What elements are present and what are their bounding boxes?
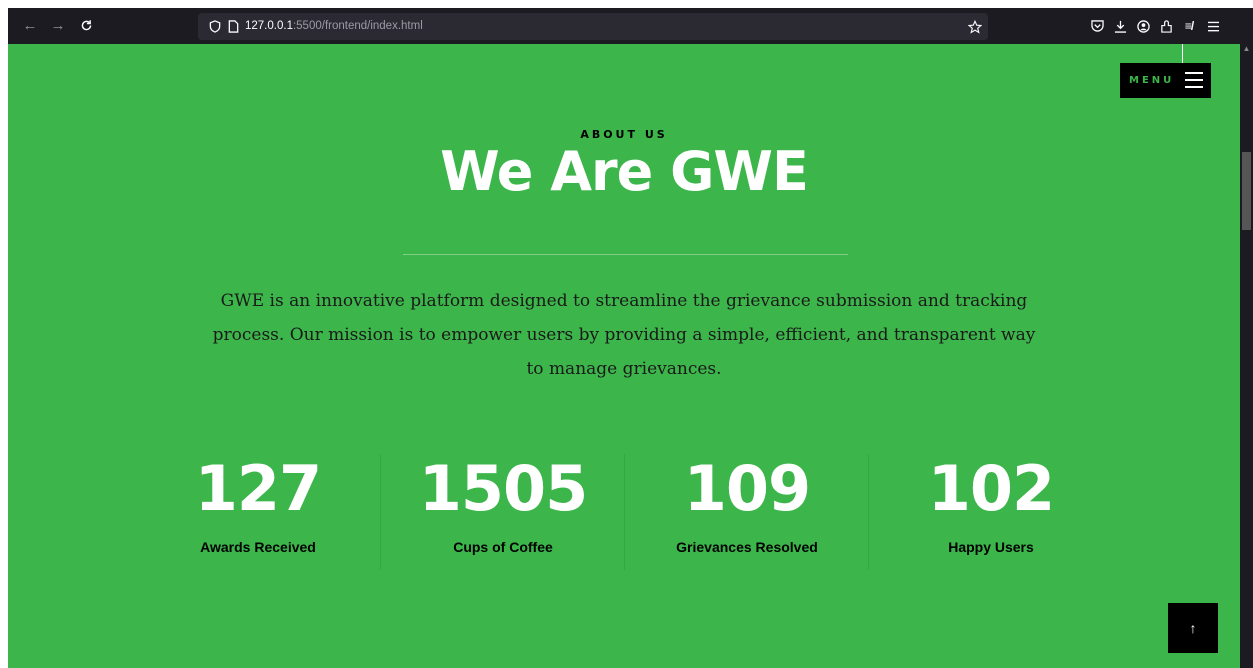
hamburger-icon xyxy=(1185,72,1203,89)
browser-toolbar: ← → 127.0.0.1:5500/frontend/index.html ≡… xyxy=(8,8,1253,44)
reload-button[interactable] xyxy=(74,14,98,38)
stat-label: Awards Received xyxy=(200,539,316,555)
window-edge xyxy=(0,0,8,668)
forward-arrow-icon: → xyxy=(50,17,66,34)
menu-label: MENU xyxy=(1129,75,1175,86)
forward-button[interactable]: → xyxy=(46,14,70,38)
stat-label: Cups of Coffee xyxy=(453,539,553,555)
stat-value: 102 xyxy=(927,452,1055,525)
shield-icon[interactable] xyxy=(206,13,224,40)
bookmark-star-icon[interactable] xyxy=(968,13,982,40)
stat-value: 1505 xyxy=(418,452,589,525)
hamburger-menu-icon[interactable] xyxy=(1202,14,1224,38)
stat-value: 109 xyxy=(683,452,811,525)
scroll-up-icon[interactable]: ▲ xyxy=(1242,44,1251,54)
stat-coffee: 1505 Cups of Coffee xyxy=(380,454,624,570)
about-section: MENU ABOUT US We Are GWE GWE is an innov… xyxy=(8,44,1240,668)
back-arrow-icon: ← xyxy=(22,17,38,34)
page-scrollbar[interactable]: ▲ xyxy=(1240,44,1253,668)
library-icon[interactable]: ≡/ xyxy=(1178,14,1200,38)
stat-awards: 127 Awards Received xyxy=(136,454,380,570)
stat-value: 127 xyxy=(194,452,322,525)
back-to-top-button[interactable]: ↑ xyxy=(1168,603,1218,653)
stat-grievances: 109 Grievances Resolved xyxy=(624,454,868,570)
page-title: We Are GWE xyxy=(440,140,809,203)
account-icon[interactable] xyxy=(1132,14,1154,38)
divider xyxy=(403,254,848,255)
download-icon[interactable] xyxy=(1109,14,1131,38)
back-button[interactable]: ← xyxy=(18,14,42,38)
page-icon[interactable] xyxy=(224,13,242,40)
url-path: :5500/frontend/index.html xyxy=(292,20,423,32)
scroll-thumb[interactable] xyxy=(1242,152,1251,230)
url-host: 127.0.0.1 xyxy=(245,20,293,32)
extensions-icon[interactable] xyxy=(1155,14,1177,38)
menu-connector-line xyxy=(1182,44,1183,63)
stat-label: Happy Users xyxy=(948,539,1034,555)
url-text[interactable]: 127.0.0.1:5500/frontend/index.html xyxy=(245,13,423,40)
menu-button[interactable]: MENU xyxy=(1120,63,1211,98)
pocket-icon[interactable] xyxy=(1086,14,1108,38)
address-bar[interactable]: 127.0.0.1:5500/frontend/index.html xyxy=(198,13,988,40)
reload-icon xyxy=(81,20,91,31)
stats-row: 127 Awards Received 1505 Cups of Coffee … xyxy=(136,454,1112,570)
arrow-up-icon: ↑ xyxy=(1189,620,1197,636)
stat-users: 102 Happy Users xyxy=(868,454,1112,570)
stat-label: Grievances Resolved xyxy=(676,539,818,555)
about-description: GWE is an innovative platform designed t… xyxy=(212,291,1036,379)
